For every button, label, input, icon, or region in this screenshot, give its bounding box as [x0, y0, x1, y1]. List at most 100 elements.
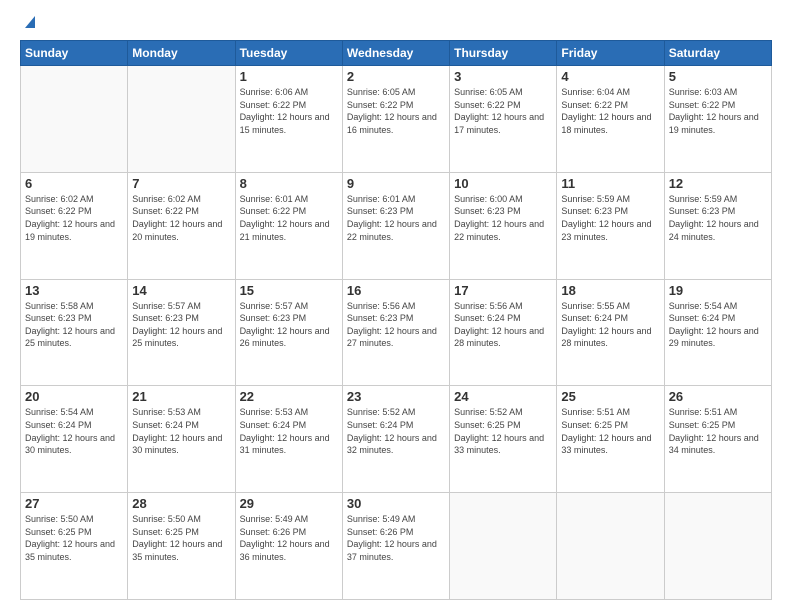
day-number: 30	[347, 496, 445, 511]
day-info: Sunrise: 5:57 AMSunset: 6:23 PMDaylight:…	[132, 301, 222, 349]
day-number: 24	[454, 389, 552, 404]
week-row-1: 1 Sunrise: 6:06 AMSunset: 6:22 PMDaylight…	[21, 66, 772, 173]
day-number: 18	[561, 283, 659, 298]
day-number: 26	[669, 389, 767, 404]
day-info: Sunrise: 5:53 AMSunset: 6:24 PMDaylight:…	[132, 407, 222, 455]
column-header-monday: Monday	[128, 41, 235, 66]
day-info: Sunrise: 6:00 AMSunset: 6:23 PMDaylight:…	[454, 194, 544, 242]
calendar-cell: 18Sunrise: 5:55 AMSunset: 6:24 PMDayligh…	[557, 279, 664, 386]
calendar-cell: 8 Sunrise: 6:01 AMSunset: 6:22 PMDaylight…	[235, 172, 342, 279]
week-row-4: 20 Sunrise: 5:54 AMSunset: 6:24 PMDayligh…	[21, 386, 772, 493]
calendar-cell: 27 Sunrise: 5:50 AMSunset: 6:25 PMDayligh…	[21, 493, 128, 600]
calendar-cell	[128, 66, 235, 173]
day-info: Sunrise: 5:51 AMSunset: 6:25 PMDaylight:…	[669, 407, 759, 455]
calendar-cell	[21, 66, 128, 173]
column-header-sunday: Sunday	[21, 41, 128, 66]
calendar-cell: 29 Sunrise: 5:49 AMSunset: 6:26 PMDayligh…	[235, 493, 342, 600]
day-info: Sunrise: 5:57 AMSunset: 6:23 PMDaylight:…	[240, 301, 330, 349]
logo	[20, 16, 39, 30]
day-info: Sunrise: 6:03 AMSunset: 6:22 PMDaylight:…	[669, 87, 759, 135]
day-number: 27	[25, 496, 123, 511]
day-number: 28	[132, 496, 230, 511]
calendar-cell: 16 Sunrise: 5:56 AMSunset: 6:23 PMDayligh…	[342, 279, 449, 386]
day-number: 29	[240, 496, 338, 511]
column-header-friday: Friday	[557, 41, 664, 66]
calendar-cell: 11 Sunrise: 5:59 AMSunset: 6:23 PMDayligh…	[557, 172, 664, 279]
week-row-2: 6 Sunrise: 6:02 AMSunset: 6:22 PMDaylight…	[21, 172, 772, 279]
day-number: 4	[561, 69, 659, 84]
day-number: 21	[132, 389, 230, 404]
page: SundayMondayTuesdayWednesdayThursdayFrid…	[0, 0, 792, 612]
day-info: Sunrise: 5:50 AMSunset: 6:25 PMDaylight:…	[132, 514, 222, 562]
day-number: 5	[669, 69, 767, 84]
calendar-cell: 28 Sunrise: 5:50 AMSunset: 6:25 PMDayligh…	[128, 493, 235, 600]
calendar-cell: 6 Sunrise: 6:02 AMSunset: 6:22 PMDaylight…	[21, 172, 128, 279]
day-info: Sunrise: 5:51 AMSunset: 6:25 PMDaylight:…	[561, 407, 651, 455]
day-number: 7	[132, 176, 230, 191]
day-info: Sunrise: 6:02 AMSunset: 6:22 PMDaylight:…	[132, 194, 222, 242]
calendar-cell: 4Sunrise: 6:04 AMSunset: 6:22 PMDaylight…	[557, 66, 664, 173]
day-info: Sunrise: 5:59 AMSunset: 6:23 PMDaylight:…	[669, 194, 759, 242]
calendar-cell: 17 Sunrise: 5:56 AMSunset: 6:24 PMDayligh…	[450, 279, 557, 386]
day-info: Sunrise: 6:06 AMSunset: 6:22 PMDaylight:…	[240, 87, 330, 135]
day-number: 6	[25, 176, 123, 191]
calendar-cell: 22Sunrise: 5:53 AMSunset: 6:24 PMDayligh…	[235, 386, 342, 493]
day-number: 16	[347, 283, 445, 298]
calendar-table: SundayMondayTuesdayWednesdayThursdayFrid…	[20, 40, 772, 600]
calendar-cell: 23Sunrise: 5:52 AMSunset: 6:24 PMDayligh…	[342, 386, 449, 493]
column-header-wednesday: Wednesday	[342, 41, 449, 66]
calendar-cell: 24 Sunrise: 5:52 AMSunset: 6:25 PMDayligh…	[450, 386, 557, 493]
day-number: 8	[240, 176, 338, 191]
day-number: 13	[25, 283, 123, 298]
day-info: Sunrise: 5:54 AMSunset: 6:24 PMDaylight:…	[25, 407, 115, 455]
day-number: 15	[240, 283, 338, 298]
day-number: 10	[454, 176, 552, 191]
day-number: 12	[669, 176, 767, 191]
column-header-thursday: Thursday	[450, 41, 557, 66]
day-info: Sunrise: 6:05 AMSunset: 6:22 PMDaylight:…	[454, 87, 544, 135]
day-number: 3	[454, 69, 552, 84]
day-info: Sunrise: 5:49 AMSunset: 6:26 PMDaylight:…	[347, 514, 437, 562]
day-number: 25	[561, 389, 659, 404]
day-info: Sunrise: 5:56 AMSunset: 6:24 PMDaylight:…	[454, 301, 544, 349]
calendar-cell: 26 Sunrise: 5:51 AMSunset: 6:25 PMDayligh…	[664, 386, 771, 493]
day-info: Sunrise: 5:54 AMSunset: 6:24 PMDaylight:…	[669, 301, 759, 349]
calendar-cell: 1 Sunrise: 6:06 AMSunset: 6:22 PMDaylight…	[235, 66, 342, 173]
day-info: Sunrise: 6:01 AMSunset: 6:22 PMDaylight:…	[240, 194, 330, 242]
calendar-cell	[450, 493, 557, 600]
day-info: Sunrise: 5:50 AMSunset: 6:25 PMDaylight:…	[25, 514, 115, 562]
logo-triangle-icon	[21, 12, 39, 30]
calendar-cell	[664, 493, 771, 600]
calendar-cell: 7 Sunrise: 6:02 AMSunset: 6:22 PMDaylight…	[128, 172, 235, 279]
calendar-cell: 5 Sunrise: 6:03 AMSunset: 6:22 PMDaylight…	[664, 66, 771, 173]
day-number: 9	[347, 176, 445, 191]
calendar-cell	[557, 493, 664, 600]
day-info: Sunrise: 5:59 AMSunset: 6:23 PMDaylight:…	[561, 194, 651, 242]
header	[20, 16, 772, 30]
day-info: Sunrise: 6:05 AMSunset: 6:22 PMDaylight:…	[347, 87, 437, 135]
day-info: Sunrise: 5:53 AMSunset: 6:24 PMDaylight:…	[240, 407, 330, 455]
calendar-cell: 15 Sunrise: 5:57 AMSunset: 6:23 PMDayligh…	[235, 279, 342, 386]
day-info: Sunrise: 5:49 AMSunset: 6:26 PMDaylight:…	[240, 514, 330, 562]
calendar-cell: 3 Sunrise: 6:05 AMSunset: 6:22 PMDaylight…	[450, 66, 557, 173]
calendar-cell: 14Sunrise: 5:57 AMSunset: 6:23 PMDayligh…	[128, 279, 235, 386]
column-header-tuesday: Tuesday	[235, 41, 342, 66]
week-row-3: 13 Sunrise: 5:58 AMSunset: 6:23 PMDayligh…	[21, 279, 772, 386]
day-info: Sunrise: 6:01 AMSunset: 6:23 PMDaylight:…	[347, 194, 437, 242]
day-number: 20	[25, 389, 123, 404]
day-info: Sunrise: 6:02 AMSunset: 6:22 PMDaylight:…	[25, 194, 115, 242]
day-number: 19	[669, 283, 767, 298]
calendar-cell: 9 Sunrise: 6:01 AMSunset: 6:23 PMDaylight…	[342, 172, 449, 279]
day-number: 1	[240, 69, 338, 84]
day-info: Sunrise: 5:52 AMSunset: 6:25 PMDaylight:…	[454, 407, 544, 455]
day-number: 11	[561, 176, 659, 191]
day-number: 23	[347, 389, 445, 404]
calendar-cell: 10 Sunrise: 6:00 AMSunset: 6:23 PMDayligh…	[450, 172, 557, 279]
calendar-cell: 2 Sunrise: 6:05 AMSunset: 6:22 PMDaylight…	[342, 66, 449, 173]
day-info: Sunrise: 5:58 AMSunset: 6:23 PMDaylight:…	[25, 301, 115, 349]
day-info: Sunrise: 5:56 AMSunset: 6:23 PMDaylight:…	[347, 301, 437, 349]
calendar-cell: 20 Sunrise: 5:54 AMSunset: 6:24 PMDayligh…	[21, 386, 128, 493]
calendar-cell: 21 Sunrise: 5:53 AMSunset: 6:24 PMDayligh…	[128, 386, 235, 493]
day-number: 2	[347, 69, 445, 84]
day-number: 17	[454, 283, 552, 298]
